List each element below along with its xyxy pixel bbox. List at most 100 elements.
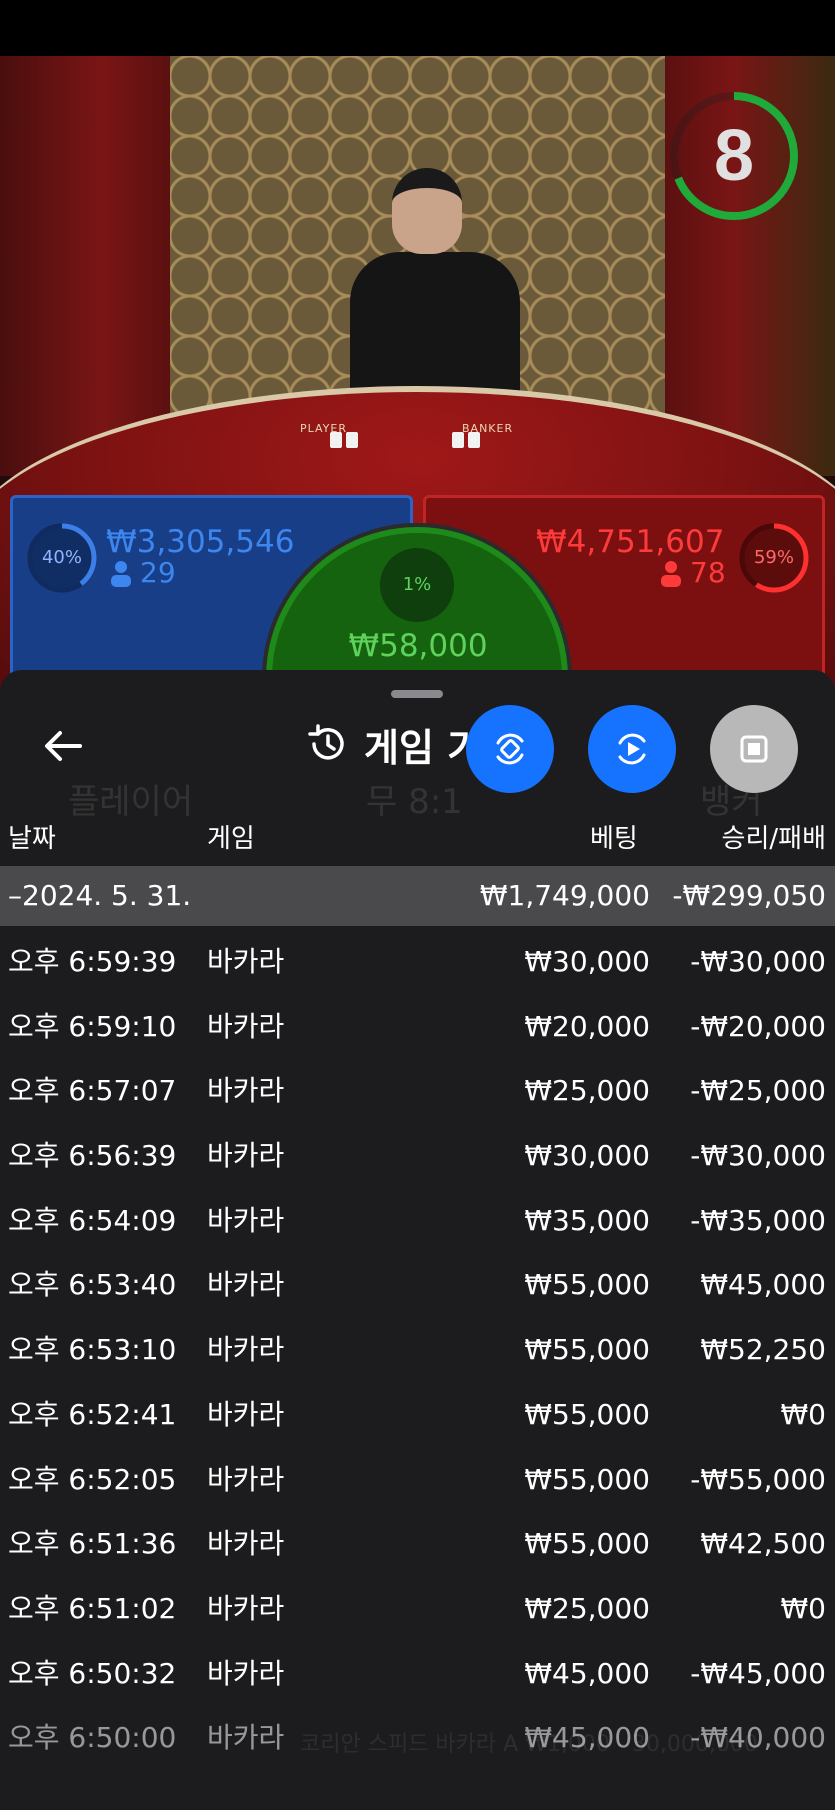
row-bet: ₩55,000 [524, 1268, 650, 1302]
stop-icon [740, 735, 768, 763]
column-header-bet: 베팅 [590, 824, 638, 854]
row-bet: ₩55,000 [524, 1333, 650, 1367]
curtain-left [0, 56, 170, 476]
row-game: 바카라 [207, 1333, 285, 1367]
row-time: 오후 6:59:10 [8, 1009, 177, 1043]
row-time: 오후 6:53:40 [8, 1268, 177, 1302]
tie-percent: 1% [380, 548, 454, 622]
row-bet: ₩55,000 [524, 1527, 650, 1561]
row-result: ₩0 [780, 1591, 827, 1625]
row-game: 바카라 [207, 1074, 285, 1108]
player-percent: 40% [41, 547, 82, 568]
row-result: -₩30,000 [690, 945, 826, 978]
row-time: 오후 6:57:07 [8, 1074, 177, 1108]
banker-percent-ring: 59% [736, 520, 812, 596]
row-game: 바카라 [207, 1656, 285, 1690]
row-game: 바카라 [207, 1527, 285, 1561]
row-game: 바카라 [207, 1139, 285, 1173]
tie-bet-total: ₩58,000 [348, 628, 488, 664]
row-bet: ₩55,000 [524, 1462, 650, 1496]
history-row[interactable]: 오후 6:50:32 바카라 ₩45,000 -₩45,000 [0, 1642, 835, 1707]
row-result: -₩35,000 [690, 1203, 826, 1237]
row-bet: ₩45,000 [524, 1721, 650, 1755]
row-time: 오후 6:51:02 [8, 1591, 177, 1625]
bg-tie-label: 무 8:1 [366, 782, 463, 822]
row-time: 오후 6:59:39 [8, 945, 177, 978]
row-bet: ₩45,000 [524, 1656, 650, 1690]
dealer-head [392, 168, 462, 254]
banker-percent: 59% [753, 547, 794, 568]
countdown-timer: 8 [666, 88, 802, 224]
day-date: –2024. 5. 31. [8, 879, 192, 912]
row-bet: ₩25,000 [524, 1591, 650, 1625]
player-percent-ring: 40% [24, 520, 100, 596]
history-row[interactable]: 오후 6:53:40 바카라 ₩55,000 ₩45,000 [0, 1253, 835, 1318]
banker-bettor-count: 78 [690, 556, 726, 589]
stop-button[interactable] [710, 705, 798, 793]
row-bet: ₩55,000 [524, 1397, 650, 1431]
row-result: -₩40,000 [690, 1721, 826, 1755]
bg-player-label: 플레이어 [68, 782, 194, 822]
row-result: -₩20,000 [690, 1009, 826, 1043]
row-time: 오후 6:54:09 [8, 1203, 177, 1237]
row-result: -₩30,000 [690, 1139, 826, 1173]
banker-bet-total: ₩4,751,607 [536, 524, 725, 560]
history-icon [308, 724, 344, 760]
history-row[interactable]: 오후 6:51:02 바카라 ₩25,000 ₩0 [0, 1577, 835, 1642]
history-row[interactable]: 오후 6:50:00 바카라 ₩45,000 -₩40,000 [0, 1706, 835, 1771]
history-row[interactable]: 오후 6:56:39 바카라 ₩30,000 -₩30,000 [0, 1124, 835, 1189]
history-row[interactable]: 오후 6:53:10 바카라 ₩55,000 ₩52,250 [0, 1318, 835, 1383]
row-time: 오후 6:50:00 [8, 1721, 177, 1755]
row-result: ₩52,250 [700, 1333, 826, 1367]
column-header-game: 게임 [207, 824, 255, 854]
row-bet: ₩25,000 [524, 1074, 650, 1108]
history-row[interactable]: 오후 6:52:05 바카라 ₩55,000 -₩55,000 [0, 1448, 835, 1513]
row-time: 오후 6:52:05 [8, 1462, 177, 1496]
replay-button[interactable] [588, 705, 676, 793]
player-bet-total: ₩3,305,546 [106, 524, 295, 560]
history-row[interactable]: 오후 6:59:10 바카라 ₩20,000 -₩20,000 [0, 995, 835, 1060]
row-bet: ₩20,000 [524, 1009, 650, 1043]
row-bet: ₩35,000 [524, 1203, 650, 1237]
column-header-result: 승리/패배 [721, 824, 826, 854]
row-game: 바카라 [207, 1268, 285, 1302]
row-game: 바카라 [207, 945, 285, 978]
row-result: ₩0 [780, 1397, 827, 1431]
day-total-result: -₩299,050 [672, 879, 826, 912]
row-bet: ₩30,000 [524, 1139, 650, 1173]
back-button[interactable] [36, 718, 92, 774]
row-result: ₩42,500 [700, 1527, 826, 1561]
history-row[interactable]: 오후 6:59:39 바카라 ₩30,000 -₩30,000 [0, 930, 835, 995]
status-bar [0, 0, 835, 56]
row-result: -₩55,000 [690, 1462, 826, 1496]
column-header-date: 날짜 [8, 824, 56, 854]
row-result: ₩45,000 [700, 1268, 826, 1302]
row-result: -₩25,000 [690, 1074, 826, 1108]
card [468, 432, 480, 448]
row-time: 오후 6:52:41 [8, 1397, 177, 1431]
history-row[interactable]: 오후 6:54:09 바카라 ₩35,000 -₩35,000 [0, 1189, 835, 1254]
card [330, 432, 342, 448]
rotate-icon [496, 733, 524, 765]
page-title: 게임 기 [364, 725, 483, 770]
history-row[interactable]: 오후 6:51:36 바카라 ₩55,000 ₩42,500 [0, 1512, 835, 1577]
sheet-grabber[interactable] [391, 690, 443, 698]
game-history-sheet: 플레이어 무 8:1 뱅커 코리안 스피드 바카라 A ₩1,000 - 30,… [0, 670, 835, 1810]
user-icon [660, 560, 682, 588]
rotate-button[interactable] [466, 705, 554, 793]
row-bet: ₩30,000 [524, 945, 650, 978]
user-icon [110, 560, 132, 588]
row-game: 바카라 [207, 1397, 285, 1431]
row-game: 바카라 [207, 1721, 285, 1755]
countdown-value: 8 [713, 116, 755, 196]
history-row[interactable]: 오후 6:57:07 바카라 ₩25,000 -₩25,000 [0, 1059, 835, 1124]
card [346, 432, 358, 448]
history-list: 오후 6:59:39 바카라 ₩30,000 -₩30,000 오후 6:59:… [0, 930, 835, 1771]
player-bettor-count: 29 [140, 556, 176, 589]
history-row[interactable]: 오후 6:52:41 바카라 ₩55,000 ₩0 [0, 1383, 835, 1448]
row-game: 바카라 [207, 1009, 285, 1043]
row-time: 오후 6:56:39 [8, 1139, 177, 1173]
day-summary-row[interactable]: –2024. 5. 31. ₩1,749,000 -₩299,050 [0, 866, 835, 926]
card [452, 432, 464, 448]
row-result: -₩45,000 [690, 1656, 826, 1690]
